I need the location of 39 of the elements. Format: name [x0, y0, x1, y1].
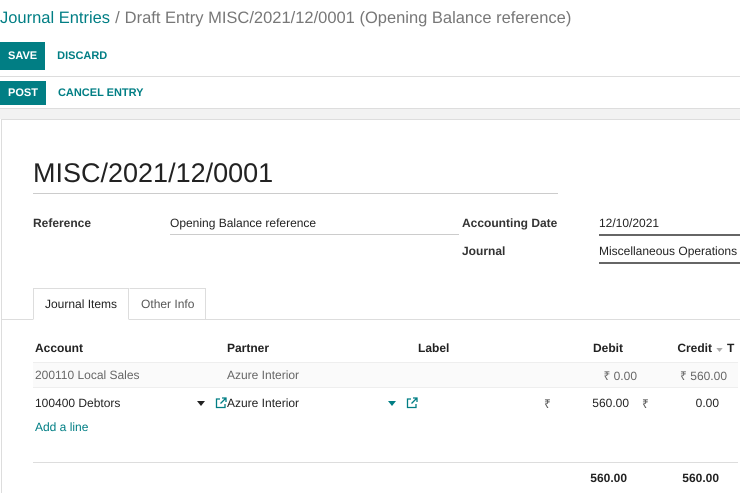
link-button[interactable]: DISCARD: [45, 50, 120, 62]
primary-button[interactable]: SAVE: [0, 42, 46, 70]
tab[interactable]: Journal Items: [33, 288, 130, 320]
credit-total: 560.00: [682, 471, 719, 485]
table-cell-text: ₹ 0.00: [603, 368, 637, 384]
entry-title: MISC/2021/12/0001: [33, 158, 558, 194]
tab[interactable]: Other Info: [129, 288, 206, 320]
column-header[interactable]: Credit: [677, 341, 712, 355]
column-header[interactable]: Label: [418, 341, 450, 355]
sort-caret-icon: [716, 348, 723, 352]
dropdown-caret-icon[interactable]: [197, 400, 205, 406]
input-field[interactable]: 12/10/2021: [599, 216, 740, 236]
table-cell: Azure Interior: [227, 368, 300, 382]
breadcrumb-separator: /: [115, 8, 120, 28]
currency-symbol: ₹: [544, 396, 551, 412]
breadcrumb-current: Draft Entry MISC/2021/12/0001 (Opening Balance reference): [124, 8, 572, 28]
credit-field[interactable]: 0.00: [696, 396, 719, 410]
add-line-link[interactable]: Add a line: [35, 420, 88, 434]
debit-total: 560.00: [590, 471, 627, 485]
partner-field[interactable]: Azure Interior: [227, 396, 388, 410]
field-label: Journal: [462, 244, 506, 260]
column-header[interactable]: Partner: [227, 341, 270, 355]
external-link-icon[interactable]: [215, 397, 227, 409]
input-field[interactable]: Miscellaneous Operations: [599, 244, 740, 264]
debit-field[interactable]: 560.00: [592, 396, 629, 410]
external-link-icon[interactable]: [406, 397, 418, 409]
column-header[interactable]: Account: [35, 341, 83, 355]
table-cell: 200110 Local Sales: [35, 368, 140, 382]
breadcrumb-link[interactable]: Journal Entries: [0, 8, 110, 28]
link-button[interactable]: CANCEL ENTRY: [46, 86, 156, 98]
field-label: Accounting Date: [462, 216, 558, 232]
account-field[interactable]: 100400 Debtors: [35, 396, 197, 410]
column-header[interactable]: Debit: [593, 341, 623, 355]
field-label: Reference: [33, 216, 92, 232]
input-field[interactable]: Opening Balance reference: [170, 216, 459, 235]
table-cell-text: ₹ 560.00: [680, 368, 727, 384]
currency-symbol: ₹: [642, 396, 649, 412]
column-header[interactable]: T: [727, 341, 734, 355]
primary-button[interactable]: POST: [0, 80, 46, 104]
